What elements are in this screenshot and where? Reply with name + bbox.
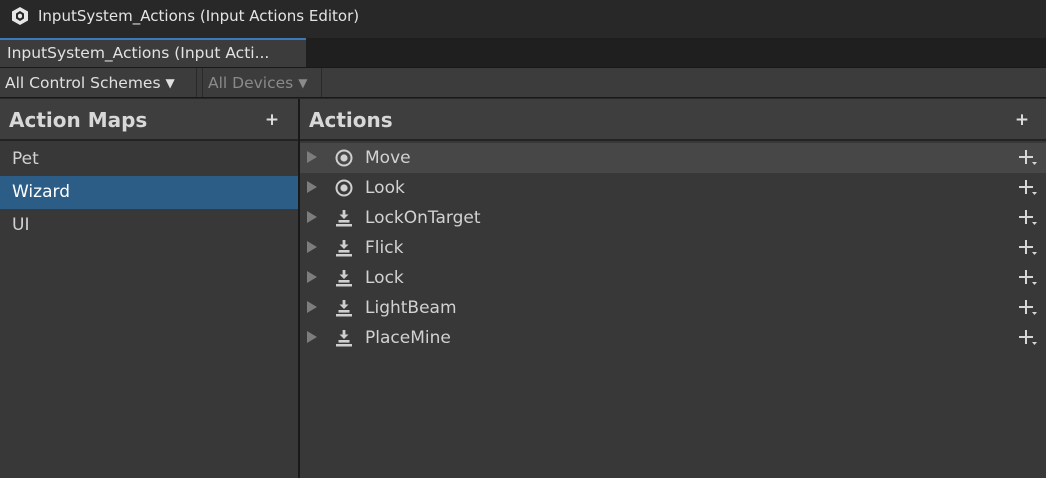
actions-pane: Actions + Move Look LockOnTarget Flick Lock L… [300, 99, 1046, 478]
tab-strip: InputSystem_Actions (Input Acti... [0, 38, 1046, 67]
devices-dropdown[interactable]: All Devices ▼ [202, 68, 322, 97]
toolbar: All Control Schemes ▼ All Devices ▼ [0, 67, 1046, 98]
button-press-icon [335, 269, 353, 287]
actions-title: Actions [309, 108, 393, 132]
action-row-lightbeam[interactable]: LightBeam [300, 293, 1046, 323]
action-label: Lock [365, 268, 404, 288]
action-maps-pane: Action Maps + Pet Wizard UI [0, 99, 298, 478]
action-label: Move [365, 148, 411, 168]
action-row-lock[interactable]: Lock [300, 263, 1046, 293]
action-label: LockOnTarget [365, 208, 481, 228]
action-row-placemine[interactable]: PlaceMine [300, 323, 1046, 353]
expand-arrow-icon[interactable] [307, 211, 317, 223]
action-map-item-pet[interactable]: Pet [0, 143, 298, 176]
button-press-icon [335, 239, 353, 257]
add-binding-icon[interactable] [1018, 148, 1038, 168]
window-title: InputSystem_Actions (Input Actions Edito… [38, 7, 360, 25]
action-label: LightBeam [365, 298, 457, 318]
add-action-button[interactable]: + [1012, 110, 1032, 130]
add-binding-icon[interactable] [1018, 208, 1038, 228]
action-row-look[interactable]: Look [300, 173, 1046, 203]
action-label: Look [365, 178, 405, 198]
button-press-icon [335, 209, 353, 227]
value-target-icon [335, 179, 353, 197]
tab-input-actions[interactable]: InputSystem_Actions (Input Acti... [0, 38, 306, 67]
devices-label: All Devices [208, 73, 294, 92]
window-titlebar: InputSystem_Actions (Input Actions Edito… [0, 0, 1046, 32]
button-press-icon [335, 329, 353, 347]
actions-header: Actions + [300, 99, 1046, 141]
action-label: PlaceMine [365, 328, 451, 348]
button-press-icon [335, 299, 353, 317]
expand-arrow-icon[interactable] [307, 241, 317, 253]
action-maps-title: Action Maps [9, 108, 148, 132]
action-row-flick[interactable]: Flick [300, 233, 1046, 263]
caret-down-icon: ▼ [165, 75, 175, 90]
add-binding-icon[interactable] [1018, 328, 1038, 348]
expand-arrow-icon[interactable] [307, 301, 317, 313]
control-schemes-dropdown[interactable]: All Control Schemes ▼ [0, 68, 197, 97]
expand-arrow-icon[interactable] [307, 271, 317, 283]
add-action-map-button[interactable]: + [262, 110, 282, 130]
action-list: Move Look LockOnTarget Flick Lock LightBeam Pl… [300, 143, 1046, 353]
add-binding-icon[interactable] [1018, 238, 1038, 258]
add-binding-icon[interactable] [1018, 298, 1038, 318]
action-map-item-wizard[interactable]: Wizard [0, 176, 298, 209]
action-maps-header: Action Maps + [0, 99, 298, 141]
action-row-lockontarget[interactable]: LockOnTarget [300, 203, 1046, 233]
control-schemes-label: All Control Schemes [5, 73, 161, 92]
action-map-item-ui[interactable]: UI [0, 209, 298, 242]
expand-arrow-icon[interactable] [307, 331, 317, 343]
expand-arrow-icon[interactable] [307, 181, 317, 193]
expand-arrow-icon[interactable] [307, 151, 317, 163]
caret-down-icon: ▼ [298, 75, 308, 90]
add-binding-icon[interactable] [1018, 178, 1038, 198]
value-target-icon [335, 149, 353, 167]
action-label: Flick [365, 238, 404, 258]
action-map-list: Pet Wizard UI [0, 143, 298, 242]
add-binding-icon[interactable] [1018, 268, 1038, 288]
action-row-move[interactable]: Move [300, 143, 1046, 173]
unity-logo-icon [10, 6, 30, 26]
